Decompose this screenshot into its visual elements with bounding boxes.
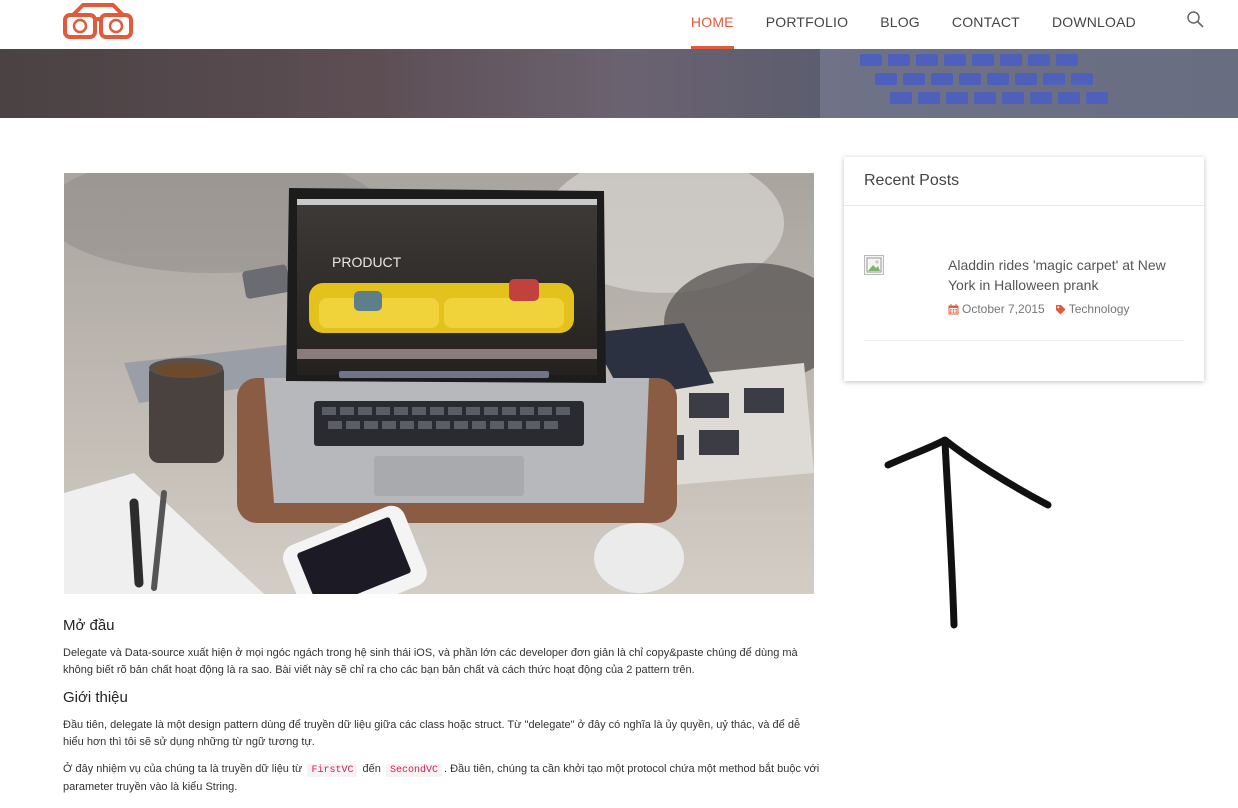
- code-firstvc: FirstVC: [307, 764, 358, 777]
- nav-home[interactable]: HOME: [675, 0, 750, 49]
- nav-download[interactable]: DOWNLOAD: [1036, 0, 1152, 49]
- hero-banner-image: [0, 49, 1238, 118]
- task-text-mid: đến: [362, 763, 381, 775]
- broken-image-icon: [866, 257, 882, 273]
- hand-drawn-arrow-icon: [884, 436, 1052, 629]
- recent-post-item: Aladdin rides 'magic carpet' at New York…: [864, 255, 1184, 341]
- post-date: October 7,2015: [962, 302, 1045, 316]
- intro-heading: Mở đầu: [63, 617, 115, 634]
- nav-blog[interactable]: BLOG: [864, 0, 936, 49]
- tag-icon: [1055, 304, 1066, 314]
- calendar-icon: [948, 303, 959, 314]
- main-nav: HOME PORTFOLIO BLOG CONTACT DOWNLOAD: [675, 0, 1152, 49]
- keyboard-photo: [820, 49, 1238, 118]
- featured-image: PRODUCT: [64, 173, 814, 594]
- post-meta: October 7,2015 Technology: [948, 302, 1129, 316]
- task-paragraph: Ở đây nhiệm vụ của chúng ta là truyền dữ…: [63, 761, 823, 796]
- site-header: HOME PORTFOLIO BLOG CONTACT DOWNLOAD: [0, 0, 1238, 49]
- nav-contact[interactable]: CONTACT: [936, 0, 1036, 49]
- intro-paragraph: Delegate và Data-source xuất hiện ở mọi …: [63, 647, 798, 676]
- section-paragraph: Đầu tiên, delegate là một design pattern…: [63, 719, 801, 748]
- post-category-link[interactable]: Technology: [1069, 302, 1130, 316]
- desk-laptop-photo: PRODUCT: [64, 173, 814, 594]
- task-text-before: Ở đây nhiệm vụ của chúng ta là truyền dữ…: [63, 763, 303, 775]
- widget-title: Recent Posts: [844, 157, 1204, 206]
- nav-portfolio[interactable]: PORTFOLIO: [750, 0, 864, 49]
- screen-product-text: PRODUCT: [332, 254, 402, 270]
- section-heading: Giới thiệu: [63, 689, 128, 706]
- post-thumbnail[interactable]: [864, 255, 884, 275]
- recent-posts-widget: Recent Posts Aladdin rides 'magic carpet…: [844, 157, 1204, 381]
- post-title-link[interactable]: Aladdin rides 'magic carpet' at New York…: [948, 255, 1188, 295]
- magnifier-icon[interactable]: [1186, 10, 1204, 28]
- article-body: Mở đầu Delegate và Data-source xuất hiện…: [63, 617, 823, 806]
- code-secondvc: SecondVC: [385, 764, 442, 777]
- glasses-logo-icon[interactable]: [63, 3, 133, 39]
